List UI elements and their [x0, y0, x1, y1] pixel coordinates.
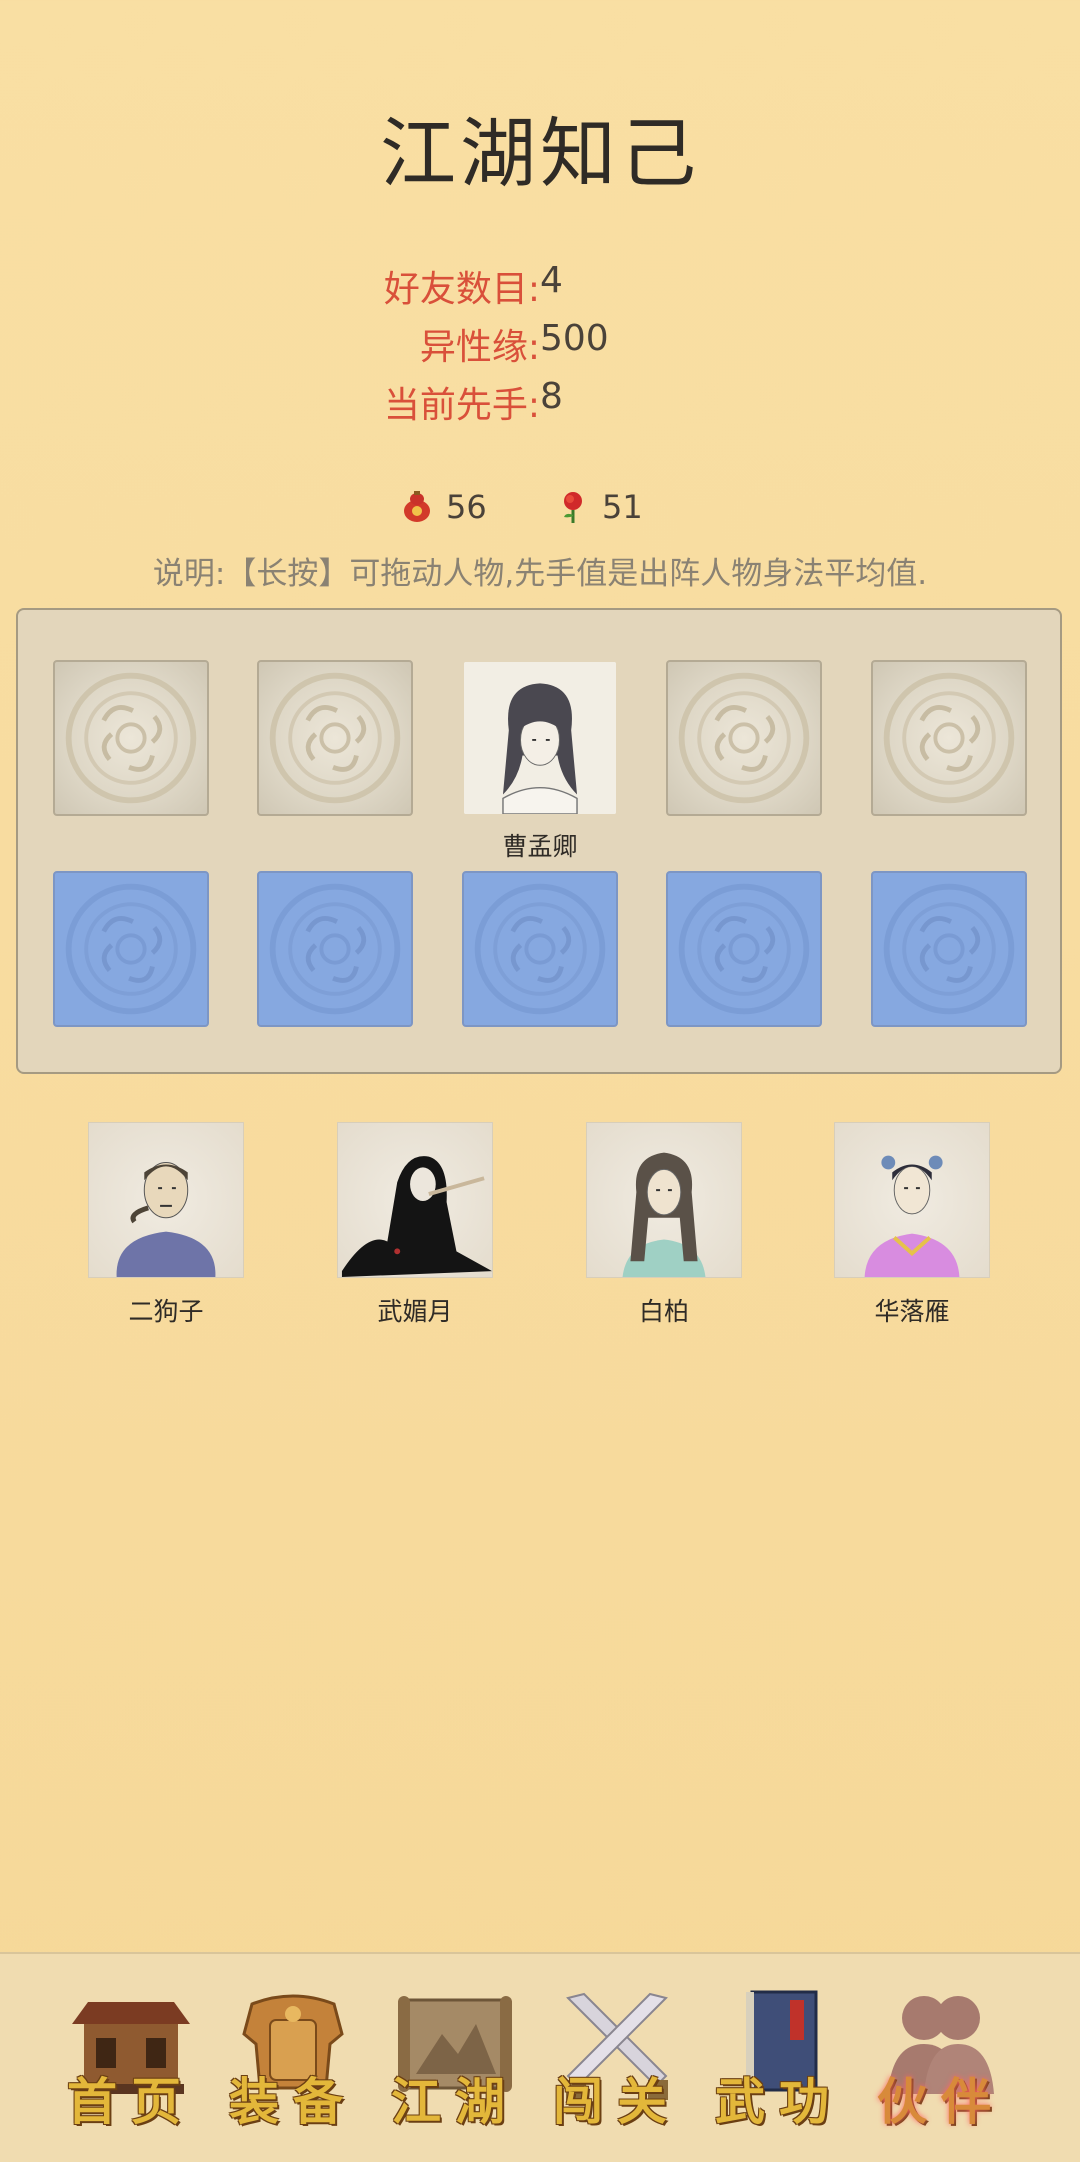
- bench-character-hualuoyan[interactable]: [834, 1122, 990, 1278]
- friends-label: 好友数目:: [383, 269, 540, 310]
- initiative-value: 8: [540, 376, 563, 417]
- nav-jianghu-button[interactable]: 江湖: [380, 1984, 530, 2134]
- initiative-stat: 当前先手: 8: [0, 376, 1080, 426]
- nav-equipment-label: 装备: [229, 2072, 357, 2131]
- bottom-navigation: 首页 装备 江湖 闯关 武功 伙伴: [0, 1952, 1080, 2162]
- nav-home-button[interactable]: 首页: [56, 1984, 206, 2134]
- formation-slot-empty[interactable]: [257, 660, 413, 816]
- character-portrait: [464, 662, 616, 814]
- formation-slot-empty[interactable]: [666, 871, 822, 1027]
- bench-character-wumeiyue[interactable]: [337, 1122, 493, 1278]
- initiative-label: 当前先手:: [383, 385, 540, 426]
- bronze-mirror-emblem: [883, 672, 1015, 804]
- affinity-label: 异性缘:: [419, 327, 540, 368]
- bench-character-name: 华落雁: [874, 1297, 950, 1326]
- page-title: 江湖知己: [380, 109, 700, 198]
- nav-partners-label: 伙伴: [877, 2072, 1005, 2131]
- nav-equipment-button[interactable]: 装备: [218, 1984, 368, 2134]
- character-portrait: [864, 1155, 960, 1277]
- character-portrait: [622, 1152, 706, 1277]
- bronze-mirror-emblem: [678, 883, 810, 1015]
- formation-character-name: 曹孟卿: [502, 832, 578, 861]
- rose-icon: [564, 492, 582, 523]
- rose-resource: 51: [556, 488, 643, 526]
- formation-board: 曹孟卿: [16, 608, 1062, 1074]
- nav-challenge-button[interactable]: 闯关: [542, 1984, 692, 2134]
- formation-slot-empty[interactable]: [871, 871, 1027, 1027]
- bronze-mirror-emblem: [65, 883, 197, 1015]
- formation-slot-empty[interactable]: [666, 660, 822, 816]
- bronze-mirror-emblem: [678, 672, 810, 804]
- bronze-mirror-emblem: [883, 883, 1015, 1015]
- nav-challenge-label: 闯关: [553, 2072, 681, 2131]
- affinity-value: 500: [540, 318, 609, 359]
- gourd-count: 56: [446, 488, 487, 526]
- friends-value: 4: [540, 260, 563, 301]
- nav-partners-button[interactable]: 伙伴: [866, 1984, 1016, 2134]
- nav-martial-arts-button[interactable]: 武功: [704, 1984, 854, 2134]
- gourd-icon: [404, 491, 430, 522]
- bench-character-baibai[interactable]: [586, 1122, 742, 1278]
- nav-jianghu-label: 江湖: [391, 2072, 519, 2131]
- bench-character-name: 二狗子: [128, 1297, 204, 1326]
- instruction-note: 说明:【长按】可拖动人物,先手值是出阵人物身法平均值.: [152, 556, 928, 592]
- bench-character-erguozi[interactable]: [88, 1122, 244, 1278]
- nav-home-label: 首页: [67, 2072, 195, 2131]
- formation-slot-character[interactable]: [462, 660, 618, 816]
- character-portrait: [116, 1161, 216, 1277]
- formation-slot-empty[interactable]: [462, 871, 618, 1027]
- rose-count: 51: [602, 488, 643, 526]
- bronze-mirror-emblem: [269, 883, 401, 1015]
- formation-slot-empty[interactable]: [871, 660, 1027, 816]
- affinity-stat: 异性缘: 500: [0, 318, 1080, 368]
- formation-slot-empty[interactable]: [53, 871, 209, 1027]
- bronze-mirror-emblem: [269, 672, 401, 804]
- bench-character-name: 白柏: [638, 1297, 689, 1326]
- friends-stat: 好友数目: 4: [0, 260, 1080, 310]
- character-portrait: [341, 1156, 492, 1277]
- bronze-mirror-emblem: [65, 672, 197, 804]
- bronze-mirror-emblem: [474, 883, 606, 1015]
- formation-slot-empty[interactable]: [53, 660, 209, 816]
- bench-character-name: 武媚月: [377, 1297, 453, 1326]
- nav-martial-arts-label: 武功: [715, 2072, 843, 2131]
- gourd-resource: 56: [400, 488, 487, 526]
- formation-slot-empty[interactable]: [257, 871, 413, 1027]
